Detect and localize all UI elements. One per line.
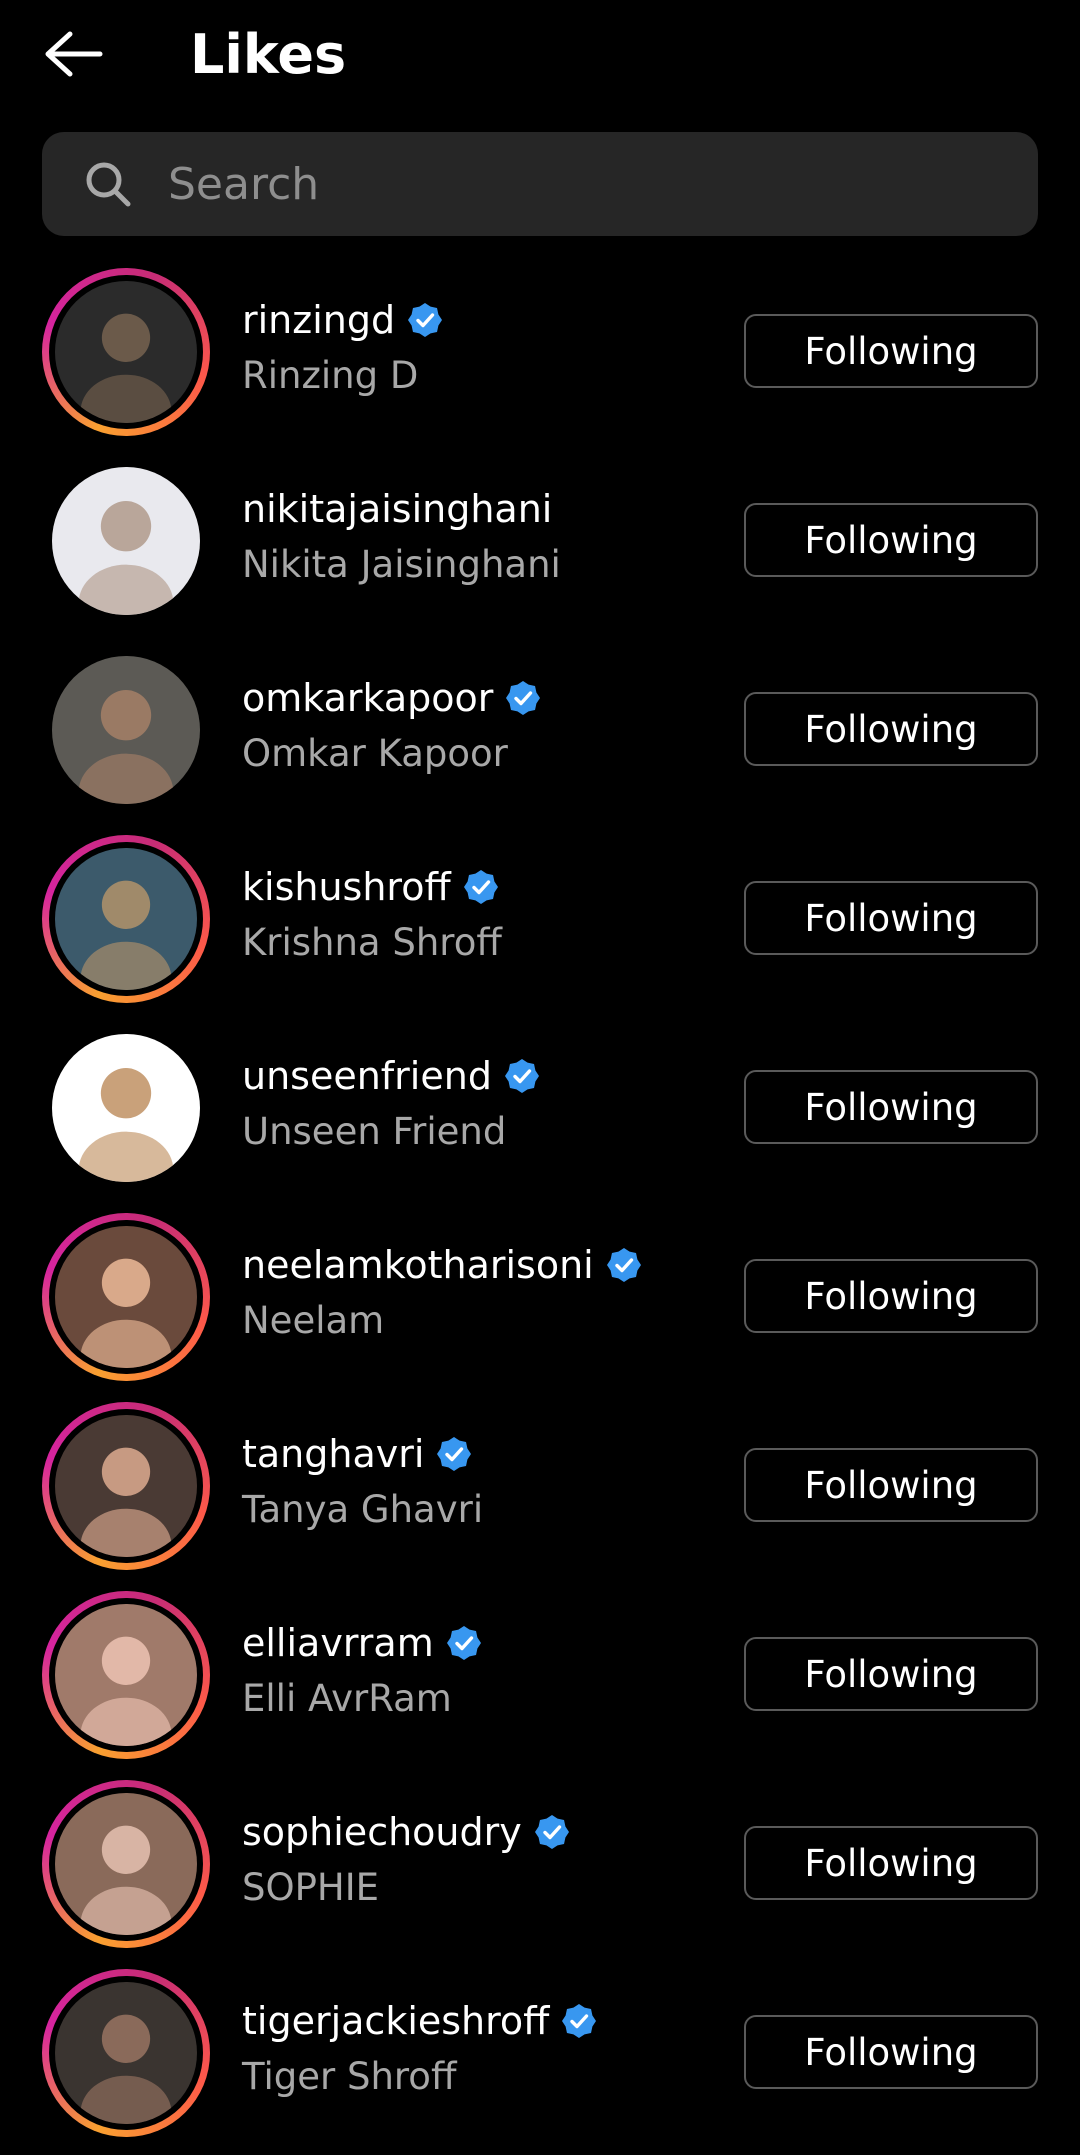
avatar[interactable] (42, 646, 210, 814)
profile-photo-placeholder (52, 467, 200, 615)
list-item[interactable]: nikitajaisinghani Nikita Jaisinghani Fol… (0, 451, 1080, 640)
profile-photo (52, 1034, 200, 1182)
avatar[interactable] (42, 1969, 210, 2137)
following-button[interactable]: Following (744, 692, 1038, 766)
username[interactable]: kishushroff (242, 865, 451, 909)
profile-photo (55, 1415, 197, 1557)
following-button[interactable]: Following (744, 1637, 1038, 1711)
following-button[interactable]: Following (744, 503, 1038, 577)
full-name: SOPHIE (242, 1866, 380, 1909)
list-item[interactable]: elliavrram Elli AvrRam Following (0, 1585, 1080, 1774)
profile-photo (55, 1982, 197, 2124)
list-item[interactable]: tigerjackieshroff Tiger Shroff Following (0, 1963, 1080, 2152)
profile-photo-placeholder (55, 1415, 197, 1557)
following-button[interactable]: Following (744, 881, 1038, 955)
following-button[interactable]: Following (744, 1070, 1038, 1144)
following-button[interactable]: Following (744, 314, 1038, 388)
profile-photo-placeholder (55, 848, 197, 990)
avatar[interactable] (42, 1780, 210, 1948)
likes-list: rinzingd Rinzing D Following nikitajaisi… (0, 262, 1080, 2152)
profile-photo (55, 1604, 197, 1746)
following-button[interactable]: Following (744, 1448, 1038, 1522)
full-name: Krishna Shroff (242, 921, 502, 964)
verified-badge-icon (504, 1059, 539, 1093)
profile-photo-placeholder (55, 1604, 197, 1746)
profile-photo (55, 281, 197, 423)
username[interactable]: neelamkotharisoni (242, 1243, 594, 1287)
list-item[interactable]: kishushroff Krishna Shroff Following (0, 829, 1080, 1018)
username[interactable]: unseenfriend (242, 1054, 492, 1098)
full-name: Elli AvrRam (242, 1677, 452, 1720)
profile-photo (55, 848, 197, 990)
list-item[interactable]: rinzingd Rinzing D Following (0, 262, 1080, 451)
verified-badge-icon (408, 303, 443, 337)
list-item[interactable]: tanghavri Tanya Ghavri Following (0, 1396, 1080, 1585)
page-title: Likes (190, 23, 347, 86)
username[interactable]: tigerjackieshroff (242, 1999, 549, 2043)
verified-badge-icon (463, 870, 498, 904)
profile-photo-placeholder (55, 1793, 197, 1935)
avatar[interactable] (42, 1024, 210, 1192)
search-input[interactable] (168, 132, 1008, 236)
arrow-left-icon[interactable] (40, 28, 104, 80)
username[interactable]: tanghavri (242, 1432, 424, 1476)
verified-badge-icon (606, 1248, 641, 1282)
top-bar: Likes (0, 0, 1080, 112)
username[interactable]: omkarkapoor (242, 676, 493, 720)
username[interactable]: elliavrram (242, 1621, 434, 1665)
profile-photo (55, 1793, 197, 1935)
full-name: Rinzing D (242, 354, 419, 397)
full-name: Unseen Friend (242, 1110, 507, 1153)
profile-photo (52, 656, 200, 804)
list-item[interactable]: sophiechoudry SOPHIE Following (0, 1774, 1080, 1963)
avatar[interactable] (42, 1213, 210, 1381)
profile-photo-placeholder (55, 1226, 197, 1368)
profile-photo-placeholder (55, 281, 197, 423)
search-icon (86, 162, 131, 207)
verified-badge-icon (437, 1437, 472, 1471)
full-name: Neelam (242, 1299, 385, 1342)
profile-photo-placeholder (52, 656, 200, 804)
verified-badge-icon (446, 1626, 481, 1660)
avatar[interactable] (42, 1402, 210, 1570)
verified-badge-icon (562, 2004, 597, 2038)
avatar[interactable] (42, 268, 210, 436)
username[interactable]: nikitajaisinghani (242, 487, 552, 531)
list-item[interactable]: unseenfriend Unseen Friend Following (0, 1018, 1080, 1207)
profile-photo-placeholder (52, 1034, 200, 1182)
verified-badge-icon (534, 1815, 569, 1849)
verified-badge-icon (506, 681, 541, 715)
full-name: Nikita Jaisinghani (242, 543, 561, 586)
following-button[interactable]: Following (744, 2015, 1038, 2089)
full-name: Omkar Kapoor (242, 732, 508, 775)
avatar[interactable] (42, 457, 210, 625)
following-button[interactable]: Following (744, 1259, 1038, 1333)
list-item[interactable]: neelamkotharisoni Neelam Following (0, 1207, 1080, 1396)
full-name: Tiger Shroff (242, 2055, 457, 2098)
profile-photo (52, 467, 200, 615)
profile-photo-placeholder (55, 1982, 197, 2124)
avatar[interactable] (42, 835, 210, 1003)
list-item[interactable]: omkarkapoor Omkar Kapoor Following (0, 640, 1080, 829)
username[interactable]: sophiechoudry (242, 1810, 522, 1854)
full-name: Tanya Ghavri (242, 1488, 484, 1531)
search-bar[interactable] (42, 132, 1038, 236)
username[interactable]: rinzingd (242, 298, 395, 342)
avatar[interactable] (42, 1591, 210, 1759)
profile-photo (55, 1226, 197, 1368)
following-button[interactable]: Following (744, 1826, 1038, 1900)
